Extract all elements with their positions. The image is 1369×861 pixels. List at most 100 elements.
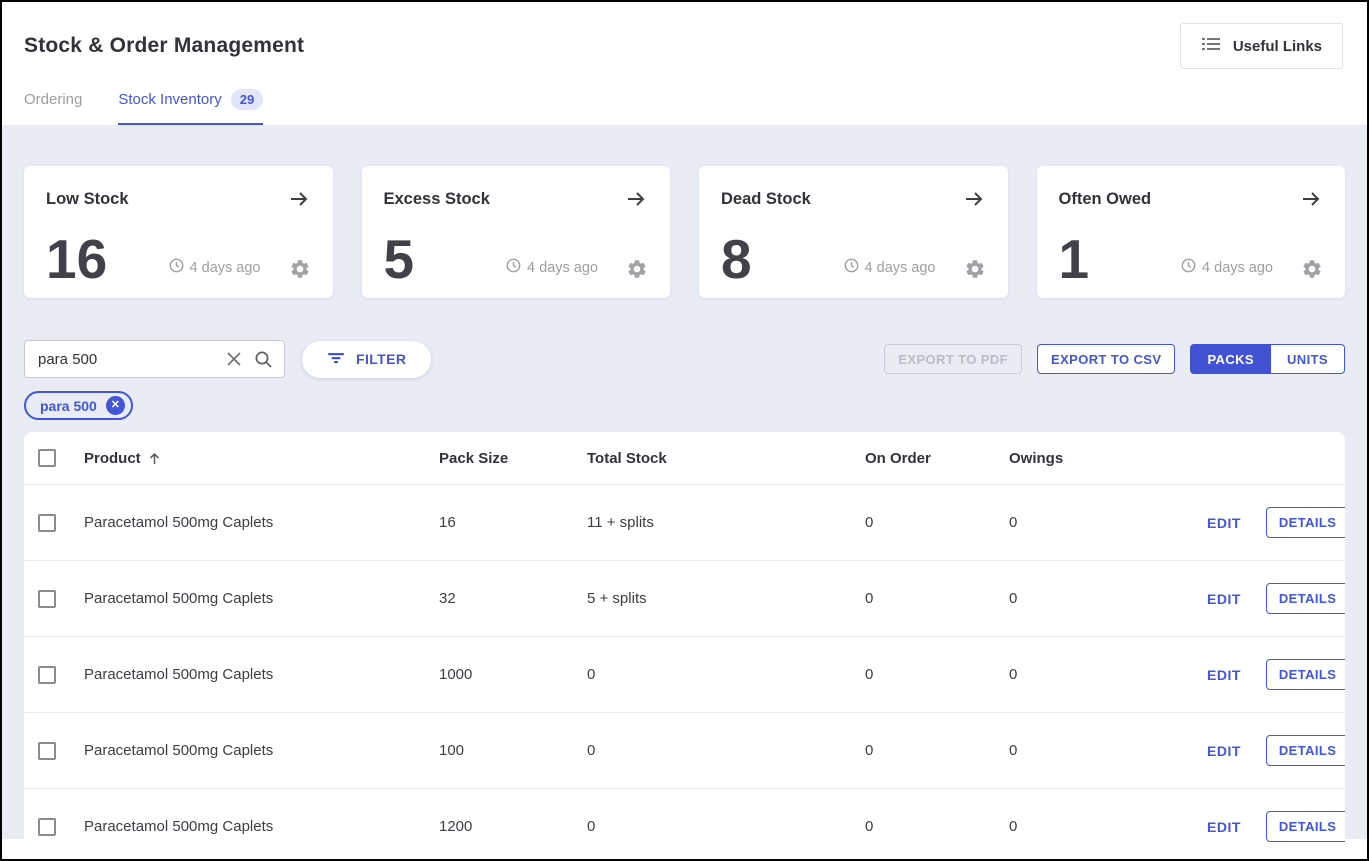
tab-ordering[interactable]: Ordering [24, 89, 82, 125]
stat-card-updated: 4 days ago [844, 258, 936, 277]
stat-card-updated: 4 days ago [506, 258, 598, 277]
stat-card-title: Often Owed [1059, 190, 1152, 209]
table-row: Paracetamol 500mg Caplets 32 5 + splits … [24, 560, 1345, 636]
stock-order-management-page: Stock & Order Management Useful Links Or… [0, 0, 1369, 861]
row-checkbox[interactable] [38, 666, 56, 684]
active-filters-row: para 500 ✕ [24, 391, 1345, 420]
useful-links-label: Useful Links [1233, 38, 1322, 55]
arrow-forward-icon[interactable] [1299, 187, 1323, 211]
row-actions-cell: EDIT DETAILS [1207, 811, 1345, 842]
owings-cell: 0 [1009, 818, 1207, 835]
updated-label: 4 days ago [865, 260, 936, 276]
clock-icon [1181, 258, 1196, 277]
filter-chip: para 500 ✕ [24, 391, 133, 420]
gear-icon[interactable] [289, 258, 311, 280]
stat-card-bottom: 16 4 days ago [46, 237, 311, 282]
column-header-product[interactable]: Product [84, 450, 439, 467]
column-header-pack-size[interactable]: Pack Size [439, 450, 587, 467]
details-button[interactable]: DETAILS [1266, 659, 1345, 690]
arrow-forward-icon[interactable] [624, 187, 648, 211]
product-cell: Paracetamol 500mg Caplets [84, 742, 439, 759]
row-checkbox[interactable] [38, 514, 56, 532]
row-actions-cell: EDIT DETAILS [1207, 507, 1345, 538]
arrow-forward-icon[interactable] [962, 187, 986, 211]
column-header-owings[interactable]: Owings [1009, 450, 1207, 467]
stock-inventory-count-badge: 29 [231, 89, 263, 110]
stat-card: Low Stock 16 4 days ago [24, 166, 333, 298]
details-button[interactable]: DETAILS [1266, 735, 1345, 766]
column-header-total-stock[interactable]: Total Stock [587, 450, 865, 467]
sort-ascending-icon [147, 451, 162, 466]
gear-icon[interactable] [626, 258, 648, 280]
list-icon [1201, 34, 1221, 58]
table-row: Paracetamol 500mg Caplets 100 0 0 0 EDIT… [24, 712, 1345, 788]
owings-cell: 0 [1009, 514, 1207, 531]
arrow-forward-icon[interactable] [287, 187, 311, 211]
tab-stock-inventory[interactable]: Stock Inventory 29 [118, 89, 263, 125]
column-label: Product [84, 450, 141, 467]
page-title: Stock & Order Management [24, 2, 1345, 58]
details-button[interactable]: DETAILS [1266, 811, 1345, 842]
stat-card-title: Dead Stock [721, 190, 811, 209]
header-checkbox-cell [24, 449, 84, 467]
row-checkbox-cell [24, 666, 84, 684]
export-csv-button[interactable]: EXPORT TO CSV [1037, 344, 1175, 374]
gear-icon[interactable] [1301, 258, 1323, 280]
updated-label: 4 days ago [190, 260, 261, 276]
search-box [24, 340, 285, 378]
on-order-cell: 0 [865, 818, 1009, 835]
edit-button[interactable]: EDIT [1207, 515, 1241, 531]
row-checkbox[interactable] [38, 590, 56, 608]
stat-card-top: Often Owed [1059, 187, 1324, 211]
export-pdf-button[interactable]: EXPORT TO PDF [884, 344, 1022, 374]
row-checkbox-cell [24, 590, 84, 608]
stat-card-top: Low Stock [46, 187, 311, 211]
edit-button[interactable]: EDIT [1207, 591, 1241, 607]
updated-label: 4 days ago [527, 260, 598, 276]
edit-button[interactable]: EDIT [1207, 667, 1241, 683]
edit-button[interactable]: EDIT [1207, 743, 1241, 759]
stat-card-top: Excess Stock [384, 187, 649, 211]
row-checkbox[interactable] [38, 818, 56, 836]
on-order-cell: 0 [865, 590, 1009, 607]
product-cell: Paracetamol 500mg Caplets [84, 818, 439, 835]
row-checkbox-cell [24, 818, 84, 836]
search-icon[interactable] [254, 350, 273, 369]
packs-units-toggle: PACKS UNITS [1190, 344, 1345, 374]
filter-chip-label: para 500 [40, 398, 97, 414]
details-button[interactable]: DETAILS [1266, 507, 1345, 538]
row-actions-cell: EDIT DETAILS [1207, 583, 1345, 614]
search-input[interactable] [38, 351, 214, 368]
stat-card-top: Dead Stock [721, 187, 986, 211]
remove-filter-icon[interactable]: ✕ [106, 396, 125, 415]
total-stock-cell: 11 + splits [587, 514, 865, 531]
total-stock-cell: 0 [587, 666, 865, 683]
table-row: Paracetamol 500mg Caplets 1200 0 0 0 EDI… [24, 788, 1345, 843]
select-all-checkbox[interactable] [38, 449, 56, 467]
column-header-on-order[interactable]: On Order [865, 450, 1009, 467]
row-checkbox[interactable] [38, 742, 56, 760]
edit-button[interactable]: EDIT [1207, 819, 1241, 835]
pack-size-cell: 32 [439, 590, 587, 607]
pack-size-cell: 16 [439, 514, 587, 531]
clock-icon [169, 258, 184, 277]
stat-cards-row: Low Stock 16 4 days ago Excess Stock [24, 166, 1345, 298]
filter-label: FILTER [356, 351, 406, 367]
clock-icon [506, 258, 521, 277]
packs-toggle[interactable]: PACKS [1190, 344, 1271, 374]
owings-cell: 0 [1009, 666, 1207, 683]
useful-links-button[interactable]: Useful Links [1180, 23, 1343, 69]
filter-icon [327, 351, 345, 368]
stat-card-bottom: 8 4 days ago [721, 237, 986, 282]
product-cell: Paracetamol 500mg Caplets [84, 514, 439, 531]
stock-table: Product Pack Size Total Stock On Order O… [24, 432, 1345, 843]
stat-card: Often Owed 1 4 days ago [1037, 166, 1346, 298]
units-toggle[interactable]: UNITS [1271, 344, 1345, 374]
details-button[interactable]: DETAILS [1266, 583, 1345, 614]
product-cell: Paracetamol 500mg Caplets [84, 590, 439, 607]
filter-button[interactable]: FILTER [302, 341, 431, 378]
clear-search-icon[interactable] [226, 351, 242, 367]
stat-card-updated: 4 days ago [169, 258, 261, 277]
stat-card: Excess Stock 5 4 days ago [362, 166, 671, 298]
gear-icon[interactable] [964, 258, 986, 280]
